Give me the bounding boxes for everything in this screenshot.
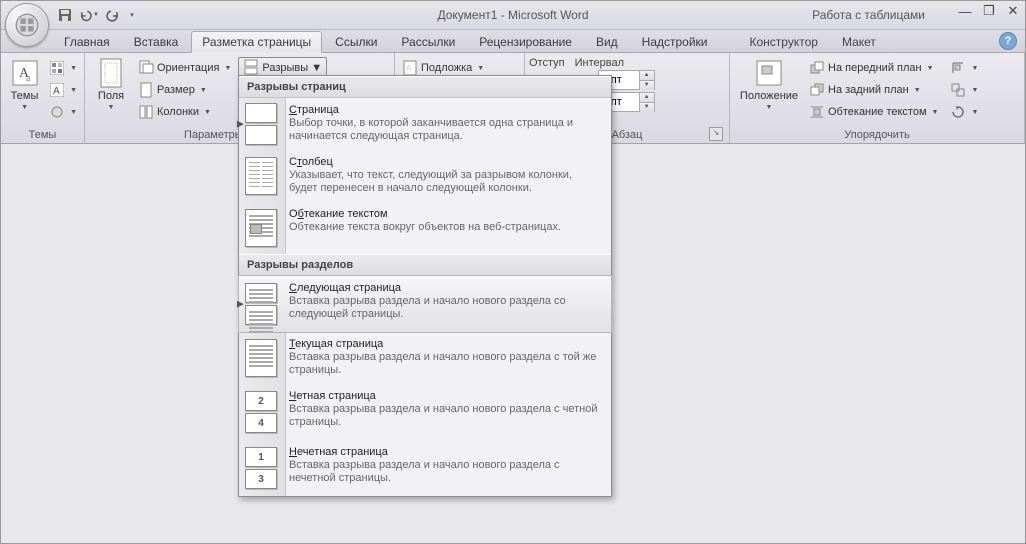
svg-text:A: A <box>406 64 412 73</box>
send-back-icon <box>809 82 825 98</box>
section-even-page-icon: 24 <box>243 390 279 434</box>
section-next-page-icon <box>243 282 279 326</box>
group-label-themes: Темы <box>5 128 80 143</box>
tab-mailings[interactable]: Рассылки <box>390 31 466 52</box>
redo-button[interactable] <box>103 5 123 25</box>
menu-header-section-breaks: Разрывы разделов <box>239 254 611 276</box>
spin-up[interactable]: ▲ <box>640 93 654 103</box>
menu-item-text-wrapping[interactable]: Обтекание текстомОбтекание текста вокруг… <box>239 202 611 254</box>
undo-button[interactable]: ▼ <box>79 5 99 25</box>
themes-button[interactable]: Aa Темы ▼ <box>5 55 44 113</box>
spin-up[interactable]: ▲ <box>640 71 654 81</box>
bring-front-button[interactable]: На передний план▼ <box>806 57 941 79</box>
theme-effects-button[interactable]: ▼ <box>46 101 80 123</box>
page-break-icon <box>243 104 279 144</box>
breaks-menu: Разрывы страниц ▶ СтраницаВыбор точки, в… <box>238 75 612 497</box>
spacing-label: Интервал <box>575 57 658 69</box>
document-title: Документ1 - Microsoft Word <box>437 8 588 22</box>
size-button[interactable]: Размер▼ <box>135 79 234 101</box>
tab-addins[interactable]: Надстройки <box>631 31 719 52</box>
svg-text:A: A <box>53 86 60 97</box>
group-arrange: Положение ▼ На передний план▼ На задний … <box>730 53 1025 143</box>
help-icon[interactable]: ? <box>999 32 1017 50</box>
menu-item-odd-page[interactable]: 13 Нечетная страницаВставка разрыва разд… <box>239 440 611 496</box>
tab-table-design[interactable]: Конструктор <box>739 31 829 52</box>
tab-home[interactable]: Главная <box>53 31 121 52</box>
columns-button[interactable]: Колонки▼ <box>135 101 234 123</box>
position-button[interactable]: Положение ▼ <box>734 55 804 113</box>
orientation-button[interactable]: Ориентация▼ <box>135 57 234 79</box>
group-icon <box>950 82 966 98</box>
column-break-icon <box>243 156 279 196</box>
context-title: Работа с таблицами <box>812 8 925 22</box>
rotate-icon <box>950 104 966 120</box>
tab-view[interactable]: Вид <box>585 31 629 52</box>
ribbon-tabs: Главная Вставка Разметка страницы Ссылки… <box>1 30 1025 53</box>
text-wrap-button[interactable]: Обтекание текстом▼ <box>806 101 941 123</box>
paragraph-launcher[interactable]: ↘ <box>709 127 723 141</box>
group-themes: Aa Темы ▼ ▼ A▼ ▼ Темы <box>1 53 85 143</box>
align-icon <box>950 60 966 76</box>
minimize-button[interactable]: — <box>957 3 973 19</box>
text-wrapping-icon <box>243 208 279 248</box>
indent-label: Отступ <box>529 57 565 69</box>
spin-down[interactable]: ▼ <box>640 103 654 112</box>
section-continuous-icon <box>243 338 279 378</box>
theme-colors-button[interactable]: ▼ <box>46 57 80 79</box>
tab-table-layout[interactable]: Макет <box>831 31 887 52</box>
align-button[interactable]: ▼ <box>947 57 981 79</box>
send-back-button[interactable]: На задний план▼ <box>806 79 941 101</box>
group-button[interactable]: ▼ <box>947 79 981 101</box>
menu-item-continuous[interactable]: Текущая страницаВставка разрыва раздела … <box>239 332 611 384</box>
tab-review[interactable]: Рецензирование <box>468 31 583 52</box>
menu-item-even-page[interactable]: 24 Четная страницаВставка разрыва раздел… <box>239 384 611 440</box>
submenu-arrow-icon: ▶ <box>237 299 244 310</box>
text-wrap-icon <box>809 104 825 120</box>
tab-insert[interactable]: Вставка <box>123 31 190 52</box>
bring-front-icon <box>809 60 825 76</box>
menu-item-column[interactable]: СтолбецУказывает, что текст, следующий з… <box>239 150 611 202</box>
menu-item-next-page[interactable]: ▶ Следующая страницаВставка разрыва разд… <box>238 275 612 333</box>
spin-down[interactable]: ▼ <box>640 81 654 90</box>
theme-fonts-button[interactable]: A▼ <box>46 79 80 101</box>
group-label-arrange: Упорядочить <box>734 128 1020 143</box>
close-button[interactable]: ✕ <box>1005 3 1021 19</box>
submenu-arrow-icon: ▶ <box>237 119 244 130</box>
office-button[interactable] <box>5 3 49 47</box>
quick-access-toolbar: ▼ ▾ <box>55 5 137 25</box>
section-odd-page-icon: 13 <box>243 446 279 490</box>
menu-header-page-breaks: Разрывы страниц <box>239 76 611 98</box>
tab-references[interactable]: Ссылки <box>324 31 388 52</box>
menu-item-page[interactable]: ▶ СтраницаВыбор точки, в которой заканчи… <box>239 98 611 150</box>
tab-page-layout[interactable]: Разметка страницы <box>191 31 322 53</box>
qat-customize[interactable]: ▾ <box>127 5 137 25</box>
rotate-button[interactable]: ▼ <box>947 101 981 123</box>
svg-text:a: a <box>26 73 31 84</box>
restore-button[interactable]: ❐ <box>981 3 997 19</box>
window-controls: — ❐ ✕ <box>957 3 1021 19</box>
app-window: ▼ ▾ Документ1 - Microsoft Word Работа с … <box>0 0 1026 544</box>
margins-button[interactable]: Поля ▼ <box>89 55 133 113</box>
save-button[interactable] <box>55 5 75 25</box>
menu-item-title: Страница <box>289 104 603 116</box>
title-bar: ▼ ▾ Документ1 - Microsoft Word Работа с … <box>1 1 1025 30</box>
